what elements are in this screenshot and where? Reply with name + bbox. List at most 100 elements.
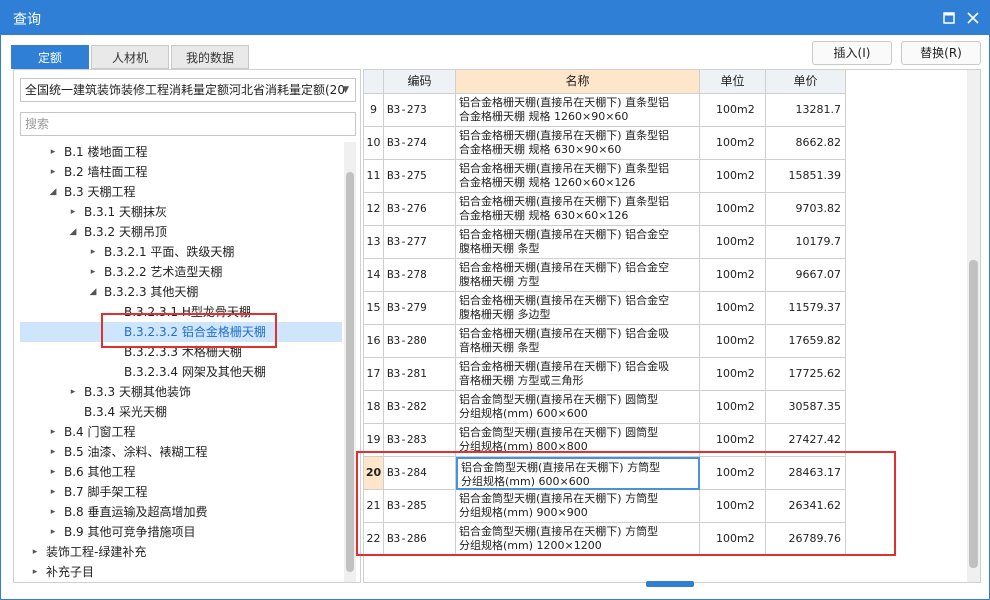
- tree-node[interactable]: ▸ B.3.1 天棚抹灰: [20, 202, 342, 222]
- name-cell[interactable]: 铝合金筒型天棚(直接吊在天棚下) 圆筒型 分组规格(mm) 800×800: [456, 424, 700, 457]
- expand-toggle-icon[interactable]: ▸: [48, 142, 58, 162]
- tree-node[interactable]: ▸ B.7 脚手架工程: [20, 482, 342, 502]
- code-cell[interactable]: B3-283: [384, 424, 456, 457]
- search-input[interactable]: 搜索: [20, 112, 356, 136]
- unit-cell[interactable]: 100m2: [700, 292, 766, 325]
- price-cell[interactable]: 26789.76: [766, 523, 846, 556]
- tree-node[interactable]: B.3.2.3.3 木格栅天棚: [20, 342, 342, 362]
- column-header-unit[interactable]: 单位: [700, 70, 766, 94]
- code-cell[interactable]: B3-273: [384, 94, 456, 127]
- code-cell[interactable]: B3-284: [384, 457, 456, 490]
- tree-node[interactable]: ▸ B.6 其他工程: [20, 462, 342, 482]
- tree-node[interactable]: ▸ 装饰工程-绿建补充: [20, 542, 342, 562]
- maximize-icon[interactable]: [939, 8, 959, 28]
- expand-toggle-icon[interactable]: ▸: [68, 202, 78, 222]
- unit-cell[interactable]: 100m2: [700, 160, 766, 193]
- code-cell[interactable]: B3-277: [384, 226, 456, 259]
- expand-toggle-icon[interactable]: ▸: [48, 162, 58, 182]
- code-cell[interactable]: B3-285: [384, 490, 456, 523]
- unit-cell[interactable]: 100m2: [700, 523, 766, 556]
- column-header-code[interactable]: 编码: [384, 70, 456, 94]
- code-cell[interactable]: B3-280: [384, 325, 456, 358]
- row-number[interactable]: 13: [364, 226, 384, 259]
- chevron-down-icon[interactable]: ▼: [342, 79, 349, 101]
- name-cell[interactable]: 铝合金格栅天棚(直接吊在天棚下) 铝合金空 腹格栅天棚 多边型: [456, 292, 700, 325]
- expand-toggle-icon[interactable]: ▸: [30, 562, 40, 582]
- row-number[interactable]: 9: [364, 94, 384, 127]
- price-cell[interactable]: 26341.62: [766, 490, 846, 523]
- expand-toggle-icon[interactable]: ▸: [48, 482, 58, 502]
- tree-node[interactable]: B.3.2.3.1 H型龙骨天棚: [20, 302, 342, 322]
- tree-node[interactable]: B.3.2.3.2 铝合金格栅天棚: [20, 322, 342, 342]
- code-cell[interactable]: B3-286: [384, 523, 456, 556]
- code-cell[interactable]: B3-279: [384, 292, 456, 325]
- expand-toggle-icon[interactable]: ▸: [88, 242, 98, 262]
- tree-node[interactable]: ▸ B.2 墙柱面工程: [20, 162, 342, 182]
- row-number[interactable]: 19: [364, 424, 384, 457]
- unit-cell[interactable]: 100m2: [700, 193, 766, 226]
- price-cell[interactable]: 28463.17: [766, 457, 846, 490]
- unit-cell[interactable]: 100m2: [700, 259, 766, 292]
- unit-cell[interactable]: 100m2: [700, 391, 766, 424]
- tree-node[interactable]: ▸ B.3.2.2 艺术造型天棚: [20, 262, 342, 282]
- unit-cell[interactable]: 100m2: [700, 127, 766, 160]
- expand-toggle-icon[interactable]: ▸: [48, 502, 58, 522]
- unit-cell[interactable]: 100m2: [700, 94, 766, 127]
- tree-node[interactable]: ▸ B.5 油漆、涂料、裱糊工程: [20, 442, 342, 462]
- column-header-price[interactable]: 单价: [766, 70, 846, 94]
- tree-scrollbar[interactable]: [344, 142, 356, 582]
- name-cell[interactable]: 铝合金筒型天棚(直接吊在天棚下) 方筒型 分组规格(mm) 900×900: [456, 490, 700, 523]
- expand-toggle-icon[interactable]: ▸: [68, 382, 78, 402]
- price-cell[interactable]: 13281.7: [766, 94, 846, 127]
- expand-toggle-icon[interactable]: ▸: [30, 542, 40, 562]
- price-cell[interactable]: 27427.42: [766, 424, 846, 457]
- code-cell[interactable]: B3-278: [384, 259, 456, 292]
- expand-toggle-icon[interactable]: ▸: [48, 442, 58, 462]
- tree-node[interactable]: ▸ B.3.2.1 平面、跌级天棚: [20, 242, 342, 262]
- name-cell[interactable]: 铝合金格栅天棚(直接吊在天棚下) 铝合金吸 音格栅天棚 方型或三角形: [456, 358, 700, 391]
- tree-scrollbar-thumb[interactable]: [346, 172, 354, 572]
- insert-button[interactable]: 插入(I): [812, 41, 892, 65]
- tab-materials[interactable]: 人材机: [91, 45, 169, 69]
- row-number[interactable]: 12: [364, 193, 384, 226]
- row-number[interactable]: 18: [364, 391, 384, 424]
- tree-node[interactable]: B.3.4 采光天棚: [20, 402, 342, 422]
- tab-quota[interactable]: 定额: [11, 45, 89, 69]
- unit-cell[interactable]: 100m2: [700, 226, 766, 259]
- tree-node[interactable]: ▸ B.4 门窗工程: [20, 422, 342, 442]
- tree-node[interactable]: ◢ B.3.2 天棚吊顶: [20, 222, 342, 242]
- name-cell[interactable]: 铝合金筒型天棚(直接吊在天棚下) 方筒型 分组规格(mm) 1200×1200: [456, 523, 700, 556]
- library-select[interactable]: 全国统一建筑装饰装修工程消耗量定额河北省消耗量定额(20 ▼: [20, 78, 356, 102]
- row-number[interactable]: 16: [364, 325, 384, 358]
- unit-cell[interactable]: 100m2: [700, 325, 766, 358]
- expand-toggle-icon[interactable]: ▸: [48, 462, 58, 482]
- code-cell[interactable]: B3-274: [384, 127, 456, 160]
- unit-cell[interactable]: 100m2: [700, 490, 766, 523]
- name-cell[interactable]: 铝合金筒型天棚(直接吊在天棚下) 方筒型 分组规格(mm) 600×600: [456, 457, 700, 490]
- code-cell[interactable]: B3-281: [384, 358, 456, 391]
- row-number[interactable]: 17: [364, 358, 384, 391]
- table-scrollbar-thumb[interactable]: [969, 260, 978, 568]
- tree-node[interactable]: ◢ B.3 天棚工程: [20, 182, 342, 202]
- tree-node[interactable]: ▸ B.9 其他可竞争措施项目: [20, 522, 342, 542]
- name-cell[interactable]: 铝合金筒型天棚(直接吊在天棚下) 圆筒型 分组规格(mm) 600×600: [456, 391, 700, 424]
- expand-toggle-icon[interactable]: ◢: [68, 222, 78, 242]
- expand-toggle-icon[interactable]: ◢: [88, 282, 98, 302]
- price-cell[interactable]: 9667.07: [766, 259, 846, 292]
- row-number[interactable]: 21: [364, 490, 384, 523]
- row-number[interactable]: 15: [364, 292, 384, 325]
- code-cell[interactable]: B3-275: [384, 160, 456, 193]
- name-cell[interactable]: 铝合金格栅天棚(直接吊在天棚下) 直条型铝 合金格栅天棚 规格 1260×90×6…: [456, 94, 700, 127]
- row-number[interactable]: 20: [364, 457, 384, 490]
- price-cell[interactable]: 17725.62: [766, 358, 846, 391]
- tree-node[interactable]: ▸ B.3.3 天棚其他装饰: [20, 382, 342, 402]
- tree-node[interactable]: ▸ 补充子目: [20, 562, 342, 582]
- price-cell[interactable]: 17659.82: [766, 325, 846, 358]
- row-number[interactable]: 10: [364, 127, 384, 160]
- close-icon[interactable]: [963, 8, 983, 28]
- tree-node[interactable]: ◢ B.3.2.3 其他天棚: [20, 282, 342, 302]
- tree-node[interactable]: B.3.2.3.4 网架及其他天棚: [20, 362, 342, 382]
- replace-button[interactable]: 替换(R): [901, 41, 981, 65]
- name-cell[interactable]: 铝合金格栅天棚(直接吊在天棚下) 铝合金吸 音格栅天棚 条型: [456, 325, 700, 358]
- name-cell[interactable]: 铝合金格栅天棚(直接吊在天棚下) 直条型铝 合金格栅天棚 规格 630×90×60: [456, 127, 700, 160]
